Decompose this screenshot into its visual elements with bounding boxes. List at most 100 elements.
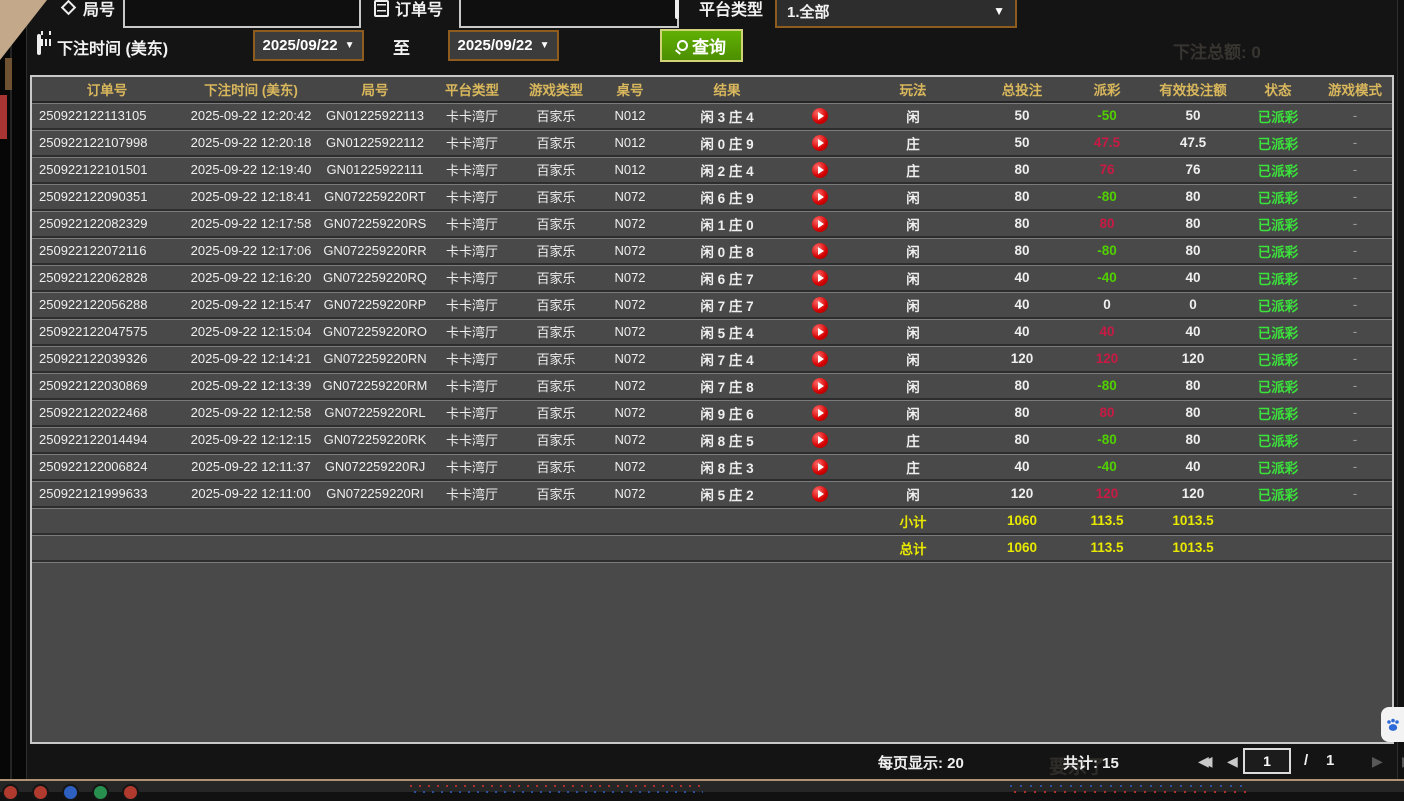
calendar-icon [37,34,41,55]
play-replay-button[interactable] [812,243,828,259]
play-replay-button[interactable] [812,297,828,313]
cell-order-number: 250922122047575 [32,318,182,345]
column-header: 有效投注额 [1148,77,1238,102]
first-page-button[interactable]: ◀◀ [1198,753,1213,770]
cell-play-method: 闲 [848,480,978,507]
cell-valid-bet: 50 [1148,102,1238,129]
cell-payout: 47.5 [1066,129,1148,156]
summary-blank [32,534,848,561]
cell-table-number: N072 [598,264,662,291]
roadmap-bead [122,784,139,801]
cell-status: 已派彩 [1238,291,1318,318]
cell-play-method: 闲 [848,102,978,129]
play-replay-button[interactable] [812,405,828,421]
cell-bet-time: 2025-09-22 12:12:58 [182,399,320,426]
round-number-input[interactable] [123,0,361,28]
play-replay-button[interactable] [812,324,828,340]
chevron-down-icon: ▼ [345,40,355,51]
play-replay-button[interactable] [812,378,828,394]
table-row: 2509221220628282025-09-22 12:16:20GN0722… [32,264,1392,291]
column-header: 游戏类型 [514,77,598,102]
prev-page-button[interactable]: ◀ [1227,753,1238,770]
cell-round-number: GN072259220RO [320,318,430,345]
cell-replay [792,426,848,453]
cell-result: 闲 5 庄 4 [662,318,792,345]
next-page-button[interactable]: ▶ [1372,753,1383,770]
cell-valid-bet: 80 [1148,183,1238,210]
cell-platform: 卡卡湾厅 [430,210,514,237]
cell-payout: 0 [1066,291,1148,318]
cell-valid-bet: 80 [1148,210,1238,237]
total-pages: 1 [1326,752,1334,769]
cell-total-bet: 80 [978,156,1066,183]
cell-bet-time: 2025-09-22 12:20:18 [182,129,320,156]
cell-game-type: 百家乐 [514,102,598,129]
cell-play-method: 闲 [848,318,978,345]
table-row: 2509221220224682025-09-22 12:12:58GN0722… [32,399,1392,426]
faint-background-text: 下注总额: 0 [1173,38,1261,63]
cell-round-number: GN01225922113 [320,102,430,129]
play-replay-button[interactable] [812,189,828,205]
cell-result: 闲 1 庄 0 [662,210,792,237]
cell-order-number: 250922122101501 [32,156,182,183]
cell-play-method: 闲 [848,183,978,210]
summary-payout: 113.5 [1066,507,1148,534]
play-replay-button[interactable] [812,108,828,124]
order-number-input[interactable] [459,0,679,28]
cell-game-type: 百家乐 [514,453,598,480]
page-number-input[interactable] [1243,748,1291,774]
cell-bet-time: 2025-09-22 12:15:47 [182,291,320,318]
roadmap-bead [32,784,49,801]
play-replay-button[interactable] [812,351,828,367]
platform-type-select[interactable]: 1.全部 ▼ [775,0,1017,28]
play-replay-button[interactable] [812,270,828,286]
cell-valid-bet: 76 [1148,156,1238,183]
column-header: 下注时间 (美东) [182,77,320,102]
per-page-label: 每页显示: 20 [878,752,964,773]
cell-round-number: GN072259220RM [320,372,430,399]
cell-game-mode: - [1318,102,1392,129]
date-to-picker[interactable]: 2025/09/22 ▼ [448,30,559,61]
cell-valid-bet: 80 [1148,372,1238,399]
cell-game-type: 百家乐 [514,210,598,237]
cell-status: 已派彩 [1238,129,1318,156]
table-row: 2509221220393262025-09-22 12:14:21GN0722… [32,345,1392,372]
play-replay-button[interactable] [812,135,828,151]
summary-valid-bet: 1013.5 [1148,534,1238,561]
cell-game-mode: - [1318,237,1392,264]
cell-bet-time: 2025-09-22 12:13:39 [182,372,320,399]
cell-replay [792,102,848,129]
cell-table-number: N072 [598,426,662,453]
play-replay-button[interactable] [812,486,828,502]
cell-game-type: 百家乐 [514,264,598,291]
paw-button[interactable] [1381,707,1404,742]
date-to-value: 2025/09/22 [458,37,533,54]
cell-payout: -80 [1066,426,1148,453]
cell-payout: -50 [1066,102,1148,129]
cell-table-number: N012 [598,129,662,156]
cell-round-number: GN072259220RJ [320,453,430,480]
cell-order-number: 250922122039326 [32,345,182,372]
platform-type-label: 平台类型 [699,0,763,20]
date-from-picker[interactable]: 2025/09/22 ▼ [253,30,364,61]
cell-round-number: GN072259220RP [320,291,430,318]
cell-bet-time: 2025-09-22 12:20:42 [182,102,320,129]
play-replay-button[interactable] [812,459,828,475]
table-row: 2509221220562882025-09-22 12:15:47GN0722… [32,291,1392,318]
play-replay-button[interactable] [812,162,828,178]
search-button[interactable]: 查询 [660,29,743,62]
search-button-label: 查询 [692,33,726,58]
cell-total-bet: 40 [978,291,1066,318]
cell-round-number: GN072259220RI [320,480,430,507]
cell-payout: 40 [1066,318,1148,345]
play-replay-button[interactable] [812,216,828,232]
play-replay-button[interactable] [812,432,828,448]
cell-platform: 卡卡湾厅 [430,372,514,399]
cell-platform: 卡卡湾厅 [430,426,514,453]
cell-play-method: 庄 [848,129,978,156]
cell-play-method: 庄 [848,426,978,453]
chevron-down-icon: ▼ [540,40,550,51]
cell-order-number: 250922122082329 [32,210,182,237]
cell-replay [792,156,848,183]
cell-table-number: N072 [598,480,662,507]
